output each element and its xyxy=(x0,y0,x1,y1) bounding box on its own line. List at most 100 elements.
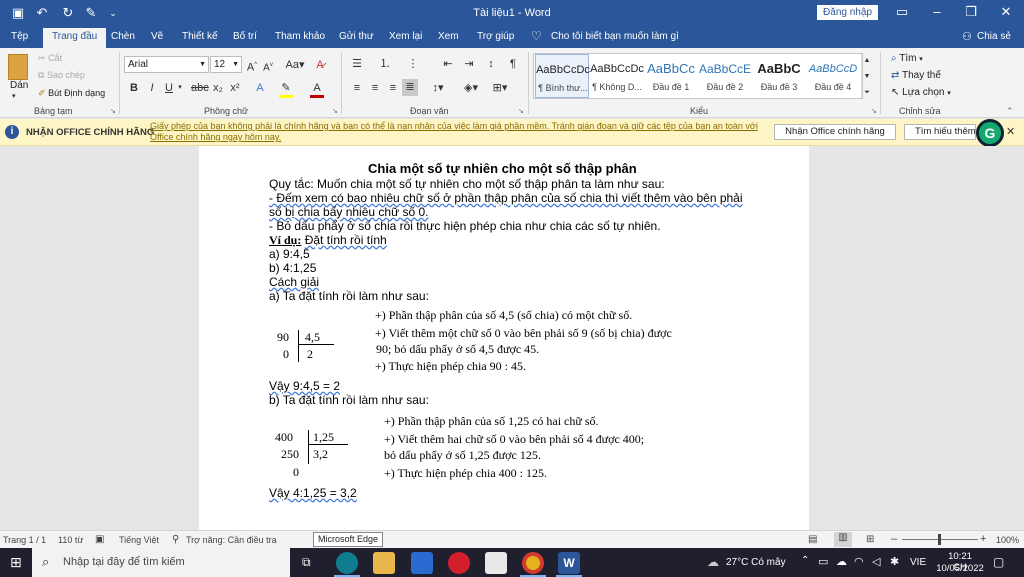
tab-draw[interactable]: Vẽ xyxy=(151,31,163,42)
bullets-icon[interactable]: ☰ xyxy=(349,57,365,71)
shrink-font-icon[interactable]: Av xyxy=(262,58,274,73)
word-icon[interactable]: W xyxy=(558,552,580,574)
style-heading-3[interactable]: AaBbC Đầu đề 3 xyxy=(752,54,806,98)
weather-text[interactable]: 27°C Có mây xyxy=(726,557,786,568)
align-center-icon[interactable]: ≡ xyxy=(368,81,382,95)
word-count[interactable]: 110 từ xyxy=(58,535,83,545)
find-button[interactable]: ⌕ Tìm ▾ xyxy=(891,53,923,64)
close-info-bar-icon[interactable]: ✕ xyxy=(1006,125,1015,138)
share-button[interactable]: Chia sẻ xyxy=(977,31,1011,42)
gallery-up-icon[interactable]: ▲ xyxy=(862,54,872,68)
text-effects-icon[interactable]: A xyxy=(253,81,267,95)
bluetooth-icon[interactable]: ✱ xyxy=(890,555,899,568)
replace-button[interactable]: ⇄ Thay thế xyxy=(891,70,941,81)
close-button[interactable]: ✕ xyxy=(992,3,1020,21)
windows-start-icon[interactable]: ⊞ xyxy=(10,554,22,571)
highlight-icon[interactable]: ✎ xyxy=(279,81,293,95)
volume-icon[interactable]: ◁ xyxy=(872,555,880,568)
shading-icon[interactable]: ◈▾ xyxy=(461,81,481,95)
underline-icon[interactable]: U xyxy=(163,81,175,95)
edge-icon[interactable] xyxy=(336,552,358,574)
paste-button[interactable]: Dán xyxy=(10,80,28,91)
style-heading-2[interactable]: AaBbCcE Đầu đề 2 xyxy=(698,54,752,98)
read-mode-icon[interactable]: ▤ xyxy=(808,534,817,545)
tab-layout[interactable]: Bố trí xyxy=(233,31,257,42)
tab-help[interactable]: Trợ giúp xyxy=(477,31,514,42)
dialog-launcher-icon[interactable]: ↘ xyxy=(110,107,116,115)
learn-more-button[interactable]: Tìm hiểu thêm xyxy=(904,124,976,140)
language-status[interactable]: Tiếng Việt xyxy=(119,535,159,545)
zoom-slider-thumb[interactable] xyxy=(938,534,941,545)
cut-button[interactable]: ✂ Cắt xyxy=(38,53,62,64)
copy-button[interactable]: ⧉ Sao chép xyxy=(38,70,85,81)
zoom-in-icon[interactable]: + xyxy=(980,533,986,545)
decrease-indent-icon[interactable]: ⇤ xyxy=(441,57,455,71)
page-count[interactable]: Trang 1 / 1 xyxy=(3,535,46,545)
collapse-ribbon-icon[interactable]: ⌃ xyxy=(1006,106,1014,117)
style-heading-1[interactable]: AaBbCc Đầu đề 1 xyxy=(644,54,698,98)
tab-mailings[interactable]: Gửi thư xyxy=(339,31,374,42)
style-no-spacing[interactable]: AaBbCcDc ¶ Không D... xyxy=(590,54,644,98)
chrome-icon[interactable] xyxy=(522,552,544,574)
font-size-combo[interactable]: 12 ▼ xyxy=(210,56,242,73)
license-message-link[interactable]: Giấy phép của bạn không phải là chính hã… xyxy=(150,121,758,131)
input-language[interactable]: VIE xyxy=(910,557,926,568)
subscript-icon[interactable]: x₂ xyxy=(211,81,225,95)
proofing-icon[interactable]: ▣ xyxy=(95,534,104,545)
align-right-icon[interactable]: ≡ xyxy=(386,81,400,95)
zoom-level[interactable]: 100% xyxy=(996,535,1019,545)
chevron-up-icon[interactable]: ⌃ xyxy=(801,555,809,566)
select-button[interactable]: ↖ Lựa chọn ▾ xyxy=(891,87,951,98)
gallery-more-icon[interactable]: ⏷ xyxy=(862,86,872,100)
license-message-link-2[interactable]: Office chính hãng ngay hôm nay. xyxy=(150,132,281,142)
style-normal[interactable]: AaBbCcDc ¶ Bình thư... xyxy=(535,54,590,98)
font-name-combo[interactable]: Arial ▼ xyxy=(124,56,209,73)
numbering-icon[interactable]: ⒈ xyxy=(377,57,393,71)
ribbon-display-icon[interactable]: ▭ xyxy=(888,3,916,21)
tab-references[interactable]: Tham khảo xyxy=(275,31,325,42)
sort-icon[interactable]: ↕ xyxy=(484,57,498,71)
multilevel-list-icon[interactable]: ⋮ xyxy=(405,57,421,71)
dialog-launcher-icon[interactable]: ↘ xyxy=(332,107,338,115)
italic-icon[interactable]: I xyxy=(146,81,158,95)
style-heading-4[interactable]: AaBbCcD Đầu đề 4 xyxy=(806,54,860,98)
taskbar-search[interactable]: ⌕ Nhập tại đây để tìm kiếm xyxy=(32,548,290,577)
font-color-icon[interactable]: A xyxy=(310,81,324,95)
file-icon[interactable] xyxy=(485,552,507,574)
tab-view[interactable]: Xem xyxy=(438,31,459,42)
dialog-launcher-icon[interactable]: ↘ xyxy=(871,107,877,115)
bold-icon[interactable]: B xyxy=(128,81,140,95)
paste-icon[interactable] xyxy=(8,54,28,80)
store-icon[interactable] xyxy=(411,552,433,574)
paste-dropdown-icon[interactable]: ▾ xyxy=(12,92,16,100)
opera-icon[interactable] xyxy=(448,552,470,574)
clock-date[interactable]: 10/05/2022 xyxy=(936,563,984,574)
clear-formatting-icon[interactable]: A̷ xyxy=(313,58,327,72)
get-genuine-office-button[interactable]: Nhận Office chính hãng xyxy=(774,124,896,140)
tab-home[interactable]: Trang đầu xyxy=(43,28,107,48)
justify-icon[interactable]: ≣ xyxy=(402,79,418,96)
tab-file[interactable]: Tệp xyxy=(11,31,28,42)
tab-review[interactable]: Xem lại xyxy=(389,31,422,42)
change-case-icon[interactable]: Aa▾ xyxy=(285,58,305,72)
grammarly-icon[interactable]: G xyxy=(976,119,1004,147)
grow-font-icon[interactable]: A^ xyxy=(246,58,258,74)
tab-design[interactable]: Thiết kế xyxy=(182,31,218,42)
dialog-launcher-icon[interactable]: ↘ xyxy=(518,107,524,115)
superscript-icon[interactable]: x² xyxy=(228,81,242,95)
maximize-button[interactable]: ❐ xyxy=(957,3,985,21)
align-left-icon[interactable]: ≡ xyxy=(350,81,364,95)
zoom-out-icon[interactable]: – xyxy=(891,533,897,545)
web-layout-icon[interactable]: ⊞ xyxy=(866,534,874,545)
wifi-icon[interactable]: ◠ xyxy=(854,555,864,568)
file-explorer-icon[interactable] xyxy=(373,552,395,574)
pilcrow-icon[interactable]: ¶ xyxy=(506,57,520,71)
print-layout-icon[interactable]: ▥ xyxy=(834,532,852,547)
accessibility-status[interactable]: Trợ năng: Cần điều tra xyxy=(186,535,277,545)
underline-dropdown-icon[interactable]: ▾ xyxy=(176,81,184,95)
tab-insert[interactable]: Chèn xyxy=(111,31,135,42)
strikethrough-icon[interactable]: abc xyxy=(191,81,209,95)
minimize-button[interactable]: – xyxy=(923,3,951,21)
notifications-icon[interactable]: ▢ xyxy=(993,555,1004,569)
borders-icon[interactable]: ⊞▾ xyxy=(490,81,510,95)
